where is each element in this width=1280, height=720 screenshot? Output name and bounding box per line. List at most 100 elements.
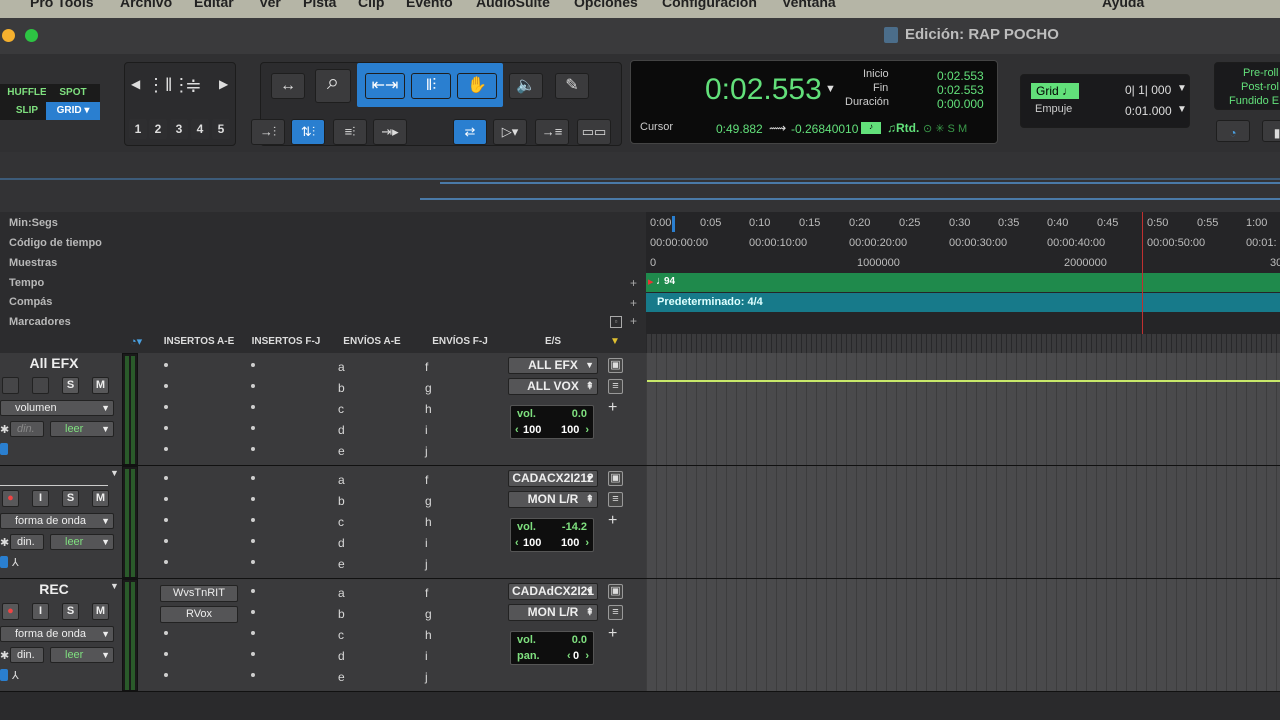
automation-left[interactable]: din. (10, 647, 44, 663)
playlist-icon[interactable] (0, 669, 8, 681)
output-window-icon[interactable]: ▣ (608, 358, 623, 373)
send-slot[interactable]: i (425, 423, 428, 437)
insert-slot-empty[interactable] (251, 518, 255, 522)
output-window-icon[interactable]: ▣ (608, 584, 623, 599)
send-slot[interactable]: a (338, 360, 345, 374)
insert-slot-empty[interactable] (164, 447, 168, 451)
send-slot[interactable]: i (425, 536, 428, 550)
menu-ayuda[interactable]: Ayuda (1102, 0, 1144, 10)
insert-slot-empty[interactable] (251, 539, 255, 543)
menu-archivo[interactable]: Archivo (120, 0, 172, 10)
end-value[interactable]: 0:02.553 (937, 83, 984, 97)
mute-button[interactable]: M (92, 377, 109, 394)
insert-slot-empty[interactable] (251, 610, 255, 614)
send-slot[interactable]: e (338, 557, 345, 571)
playlist-icon[interactable] (0, 443, 8, 455)
track-name[interactable] (0, 468, 108, 486)
insert-slot-empty[interactable] (251, 673, 255, 677)
send-slot[interactable]: g (425, 494, 432, 508)
record-button[interactable]: ● (2, 490, 19, 507)
insert-slot[interactable]: RVox (160, 606, 238, 623)
send-slot[interactable]: i (425, 649, 428, 663)
menu-ver[interactable]: Ver (259, 0, 281, 10)
nudge-dropdown-icon[interactable]: ▼ (1177, 104, 1187, 115)
nudge-value[interactable]: 0:01.000 (1125, 104, 1172, 118)
menu-audiosuite[interactable]: AudioSuite (476, 0, 550, 10)
track-view-dropdown[interactable]: volumen ▼ (0, 400, 114, 416)
input-monitor-button[interactable]: I (32, 490, 49, 507)
solo-button[interactable]: S (62, 603, 79, 620)
insert-slot-empty[interactable] (251, 447, 255, 451)
menu-pista[interactable]: Pista (303, 0, 336, 10)
magnifier-tool-icon[interactable]: ⌕ (315, 69, 351, 103)
send-slot[interactable]: j (425, 670, 428, 684)
send-slot[interactable]: a (338, 586, 345, 600)
header-inserts-fj[interactable]: INSERTOS F-J (244, 336, 328, 347)
counter-dropdown-icon[interactable]: ▼ (825, 83, 836, 95)
metronome-icon[interactable]: ⊙ ✳ S M (923, 122, 967, 135)
track-name[interactable]: All EFX (0, 355, 108, 373)
insert-slot-empty[interactable] (251, 589, 255, 593)
insert-slot-empty[interactable] (164, 497, 168, 501)
volume-value[interactable]: -14.2 (562, 521, 587, 533)
zoomer-tool-icon[interactable]: ↔ (271, 73, 305, 99)
mute-button[interactable]: M (92, 603, 109, 620)
track-view-dropdown[interactable]: forma de onda ▼ (0, 626, 114, 642)
add-send-icon[interactable]: + (608, 512, 617, 530)
online-icon[interactable]: ♪ (861, 122, 881, 134)
preroll-label[interactable]: Pre-roll (1243, 67, 1278, 79)
send-slot[interactable]: b (338, 381, 345, 395)
zoom-preset-4[interactable]: 4 (191, 119, 209, 139)
waveform-zoom-icon[interactable]: ⋮‖⋮ (147, 75, 190, 96)
postroll-label[interactable]: Post-rol (1241, 81, 1279, 93)
mute-button[interactable]: M (92, 490, 109, 507)
ruler-markers-label[interactable]: Marcadores (9, 316, 71, 328)
send-slot[interactable]: g (425, 607, 432, 621)
insert-slot-empty[interactable] (251, 497, 255, 501)
input-selector[interactable]: ALL EFX ▼ (508, 357, 598, 374)
volume-value[interactable]: 0.0 (572, 634, 587, 646)
spot-mode-button[interactable]: SPOT (46, 84, 100, 102)
insert-slot-empty[interactable] (164, 560, 168, 564)
send-slot[interactable]: c (338, 402, 344, 416)
send-slot[interactable]: j (425, 444, 428, 458)
insert-slot-empty[interactable] (164, 652, 168, 656)
zoom-button[interactable] (25, 29, 38, 42)
pan-value[interactable]: 0 (573, 650, 579, 662)
input-monitor-button[interactable] (32, 377, 49, 394)
send-slot[interactable]: e (338, 444, 345, 458)
menu-configuracion[interactable]: Configuración (662, 0, 757, 10)
track-playlist[interactable] (646, 466, 1280, 578)
insert-slot-empty[interactable] (251, 363, 255, 367)
menu-opciones[interactable]: Opciones (574, 0, 638, 10)
insert-slot-empty[interactable] (164, 673, 168, 677)
menu-ventana[interactable]: Ventana (782, 0, 836, 10)
send-slot[interactable]: e (338, 670, 345, 684)
send-slot[interactable]: f (425, 586, 428, 600)
comments-icon[interactable]: ≡ (608, 492, 623, 507)
insert-slot-empty[interactable] (164, 631, 168, 635)
midi-zoom-icon[interactable]: ≑ (185, 73, 202, 98)
snowflake-icon[interactable]: ✱ (0, 423, 9, 436)
selector-tool-icon[interactable]: ‖⫶ (411, 73, 451, 99)
comments-icon[interactable]: ≡ (608, 605, 623, 620)
elastic-audio-icon[interactable]: ⅄ (12, 669, 19, 682)
insert-slot-empty[interactable] (251, 405, 255, 409)
universe-overview[interactable] (0, 152, 1280, 212)
send-slot[interactable]: c (338, 628, 344, 642)
insert-slot-empty[interactable] (164, 384, 168, 388)
header-io[interactable]: E/S (506, 336, 600, 347)
add-send-icon[interactable]: + (608, 399, 617, 417)
tempo-bar[interactable]: ▸ ♩ 94 (646, 273, 1280, 292)
menu-editar[interactable]: Editar (194, 0, 234, 10)
elastic-audio-icon[interactable]: ⅄ (12, 556, 19, 569)
output-selector[interactable]: ALL VOX ⇞ (508, 378, 598, 395)
header-sends-ae[interactable]: ENVÍOS A-E (330, 336, 414, 347)
ruler-meter-label[interactable]: Compás (9, 296, 52, 308)
grabber-hand-icon[interactable]: ✋ (457, 73, 497, 99)
send-slot[interactable]: b (338, 494, 345, 508)
add-tempo-icon[interactable]: + (630, 276, 637, 290)
track-playlist[interactable] (646, 579, 1280, 691)
send-slot[interactable]: f (425, 473, 428, 487)
add-send-icon[interactable]: + (608, 625, 617, 643)
